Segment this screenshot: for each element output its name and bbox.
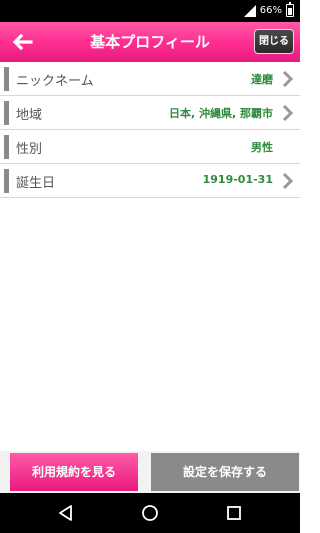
app-header: 基本プロフィール 閉じる <box>0 22 300 62</box>
row-accent-bar <box>4 67 9 91</box>
row-value: 男性 <box>251 141 273 154</box>
chevron-right-icon <box>282 105 294 121</box>
close-button[interactable]: 閉じる <box>254 29 294 54</box>
profile-list: ニックネーム 達磨 地域 日本, 沖縄県, 那覇市 性別 男性 誕生日 1919… <box>0 62 300 198</box>
row-label: ニックネーム <box>16 74 94 89</box>
row-accent-bar <box>4 169 9 193</box>
profile-row-region[interactable]: 地域 日本, 沖縄県, 那覇市 <box>0 96 300 130</box>
signal-icon <box>243 4 256 17</box>
battery-percent: 66% <box>259 5 282 16</box>
system-nav-bar <box>0 493 300 533</box>
home-circle-icon[interactable] <box>140 503 160 523</box>
profile-row-birthday[interactable]: 誕生日 1919-01-31 <box>0 164 300 198</box>
save-settings-button[interactable]: 設定を保存する <box>151 453 299 491</box>
row-value: 1919-01-31 <box>202 173 273 186</box>
row-label: 地域 <box>16 108 43 123</box>
row-accent-bar <box>4 101 9 125</box>
chevron-right-icon <box>282 173 294 189</box>
row-value: 日本, 沖縄県, 那覇市 <box>168 107 273 120</box>
footer-actions: 利用規約を見る 設定を保存する <box>0 451 300 493</box>
recents-square-icon[interactable] <box>224 503 244 523</box>
profile-row-gender: 性別 男性 <box>0 130 300 164</box>
profile-row-nickname[interactable]: ニックネーム 達磨 <box>0 62 300 96</box>
row-label: 誕生日 <box>16 176 56 191</box>
status-bar: 66% <box>0 0 300 22</box>
row-value: 達磨 <box>251 73 273 86</box>
back-triangle-icon[interactable] <box>56 503 76 523</box>
row-label: 性別 <box>16 142 43 157</box>
battery-icon <box>286 2 294 17</box>
row-accent-bar <box>4 135 9 159</box>
chevron-right-icon <box>282 71 294 87</box>
view-terms-button[interactable]: 利用規約を見る <box>10 453 138 491</box>
status-indicators: 66% <box>243 2 294 17</box>
